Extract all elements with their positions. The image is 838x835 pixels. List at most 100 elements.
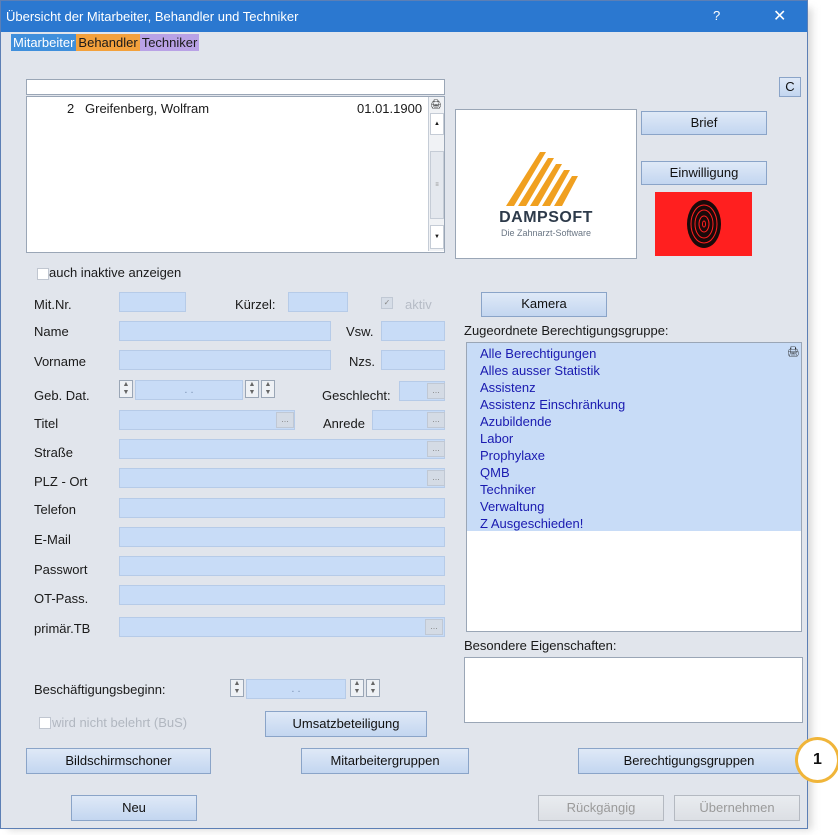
brief-button[interactable]: Brief	[641, 111, 767, 135]
help-button[interactable]: ?	[713, 8, 720, 23]
beschbeginn-spin-right-a[interactable]: ▲ ▼	[350, 679, 364, 697]
employee-photo: DAMPSOFT Die Zahnarzt-Software	[455, 109, 637, 259]
gebdat-spin-left[interactable]: ▲ ▼	[119, 380, 133, 398]
primtb-label: primär.TB	[34, 621, 91, 636]
besondere-label: Besondere Eigenschaften:	[464, 638, 617, 653]
callout-badge: 1	[795, 737, 838, 783]
gebdat-spin-right-a[interactable]: ▲ ▼	[245, 380, 259, 398]
beschbeginn-label: Beschäftigungsbeginn:	[34, 682, 166, 697]
vorname-field[interactable]	[119, 350, 331, 370]
logo-tagline: Die Zahnarzt-Software	[500, 228, 592, 238]
neu-button[interactable]: Neu	[71, 795, 197, 821]
uebernehmen-button[interactable]: Übernehmen	[674, 795, 800, 821]
gebdat-label: Geb. Dat.	[34, 388, 90, 403]
anrede-label: Anrede	[323, 416, 365, 431]
group-item[interactable]: QMB	[480, 465, 510, 480]
belehrt-label: wird nicht belehrt (BuS)	[52, 715, 188, 730]
group-item[interactable]: Alle Berechtigungen	[480, 346, 596, 361]
einwilligung-button[interactable]: Einwilligung	[641, 161, 767, 185]
employee-overview-window: Übersicht der Mitarbeiter, Behandler und…	[0, 0, 808, 829]
zugeordnet-label: Zugeordnete Berechtigungsgruppe:	[464, 323, 669, 338]
tab-techniker[interactable]: Techniker	[139, 34, 200, 51]
telefon-field[interactable]	[119, 498, 445, 518]
list-filter-field[interactable]	[26, 79, 445, 95]
scroll-thumb[interactable]: ≡	[430, 151, 444, 219]
beschbeginn-field[interactable]: . .	[246, 679, 346, 699]
berechtigungsgruppen-list[interactable]: 🖨 Alle Berechtigungen Alles ausser Stati…	[466, 342, 802, 632]
email-label: E-Mail	[34, 532, 71, 547]
vsw-field[interactable]	[381, 321, 445, 341]
scroll-down-arrow-icon[interactable]: ▼	[430, 225, 444, 249]
kamera-button[interactable]: Kamera	[481, 292, 607, 317]
c-button[interactable]: C	[779, 77, 801, 97]
berechtigungsgruppen-button[interactable]: Berechtigungsgruppen	[578, 748, 800, 774]
belehrt-checkbox[interactable]	[39, 717, 51, 729]
passwort-label: Passwort	[34, 562, 88, 577]
group-item[interactable]: Assistenz Einschränkung	[480, 397, 625, 412]
group-item[interactable]: Azubildende	[480, 414, 552, 429]
title-bar: Übersicht der Mitarbeiter, Behandler und…	[1, 1, 807, 32]
inaktive-label: auch inaktive anzeigen	[49, 265, 182, 280]
dampsoft-logo-icon	[506, 152, 578, 206]
primtb-dropdown-icon[interactable]: …	[425, 619, 443, 635]
beschbeginn-spin-right-b[interactable]: ▲ ▼	[366, 679, 380, 697]
printer-icon[interactable]: 🖨	[787, 347, 800, 358]
bildschirmschoner-button[interactable]: Bildschirmschoner	[26, 748, 211, 774]
anrede-dropdown-icon[interactable]: …	[427, 412, 445, 428]
besondere-field[interactable]	[464, 657, 803, 723]
list-row-date: 01.01.1900	[357, 101, 423, 116]
passwort-field[interactable]	[119, 556, 445, 576]
group-item[interactable]: Alles ausser Statistik	[480, 363, 600, 378]
strasse-field[interactable]	[119, 439, 445, 459]
window-title: Übersicht der Mitarbeiter, Behandler und…	[6, 9, 299, 24]
group-item[interactable]: Labor	[480, 431, 513, 446]
otpass-field[interactable]	[119, 585, 445, 605]
aktiv-label: aktiv	[405, 297, 432, 312]
titel-select[interactable]	[119, 410, 295, 430]
umsatzbeteiligung-button[interactable]: Umsatzbeteiligung	[265, 711, 427, 737]
gebdat-spin-right-b[interactable]: ▲ ▼	[261, 380, 275, 398]
group-item[interactable]: Assistenz	[480, 380, 536, 395]
logo-brand: DAMPSOFT	[499, 209, 593, 226]
inaktive-checkbox[interactable]	[37, 268, 49, 280]
name-field[interactable]	[119, 321, 331, 341]
group-item[interactable]: Techniker	[480, 482, 536, 497]
group-item[interactable]: Verwaltung	[480, 499, 544, 514]
nzs-field[interactable]	[381, 350, 445, 370]
strasse-label: Straße	[34, 445, 74, 460]
vorname-label: Vorname	[34, 354, 87, 369]
list-row-name[interactable]: Greifenberg, Wolfram	[85, 101, 209, 116]
tab-behandler[interactable]: Behandler	[76, 34, 140, 51]
fingerprint-icon	[687, 200, 721, 248]
tab-bar: Mitarbeiter Behandler Techniker	[11, 34, 200, 51]
rueckgaengig-button[interactable]: Rückgängig	[538, 795, 664, 821]
plz-field[interactable]	[119, 468, 445, 488]
list-scrollbar[interactable]: 🖨 ▲ ≡ ▼	[428, 97, 444, 251]
otpass-label: OT-Pass.	[34, 591, 89, 606]
kuerzel-field[interactable]	[288, 292, 348, 312]
group-item[interactable]: Prophylaxe	[480, 448, 545, 463]
tab-mitarbeiter[interactable]: Mitarbeiter	[11, 34, 77, 51]
group-item[interactable]: Z Ausgeschieden!	[480, 516, 583, 531]
employee-list[interactable]: 2 Greifenberg, Wolfram 01.01.1900 🖨 ▲ ≡ …	[26, 96, 445, 253]
list-row-nr: 2	[67, 101, 75, 116]
mitnr-label: Mit.Nr.	[34, 297, 72, 312]
name-label: Name	[34, 324, 69, 339]
strasse-dropdown-icon[interactable]: …	[427, 441, 445, 457]
mitnr-field[interactable]	[119, 292, 186, 312]
titel-dropdown-icon[interactable]: …	[276, 412, 294, 428]
email-field[interactable]	[119, 527, 445, 547]
printer-icon[interactable]: 🖨	[430, 99, 442, 109]
primtb-select[interactable]	[119, 617, 445, 637]
titel-label: Titel	[34, 416, 59, 431]
beschbeginn-spin-left[interactable]: ▲ ▼	[230, 679, 244, 697]
nzs-label: Nzs.	[349, 354, 375, 369]
scroll-up-arrow-icon[interactable]: ▲	[430, 113, 444, 135]
fingerprint-panel[interactable]	[655, 192, 752, 256]
geschlecht-dropdown-icon[interactable]: …	[427, 383, 445, 399]
plz-dropdown-icon[interactable]: …	[427, 470, 445, 486]
close-button[interactable]: ✕	[773, 6, 786, 26]
mitarbeitergruppen-button[interactable]: Mitarbeitergruppen	[301, 748, 469, 774]
aktiv-checkbox[interactable]: ✓	[381, 297, 393, 309]
gebdat-field[interactable]: . .	[135, 380, 243, 400]
